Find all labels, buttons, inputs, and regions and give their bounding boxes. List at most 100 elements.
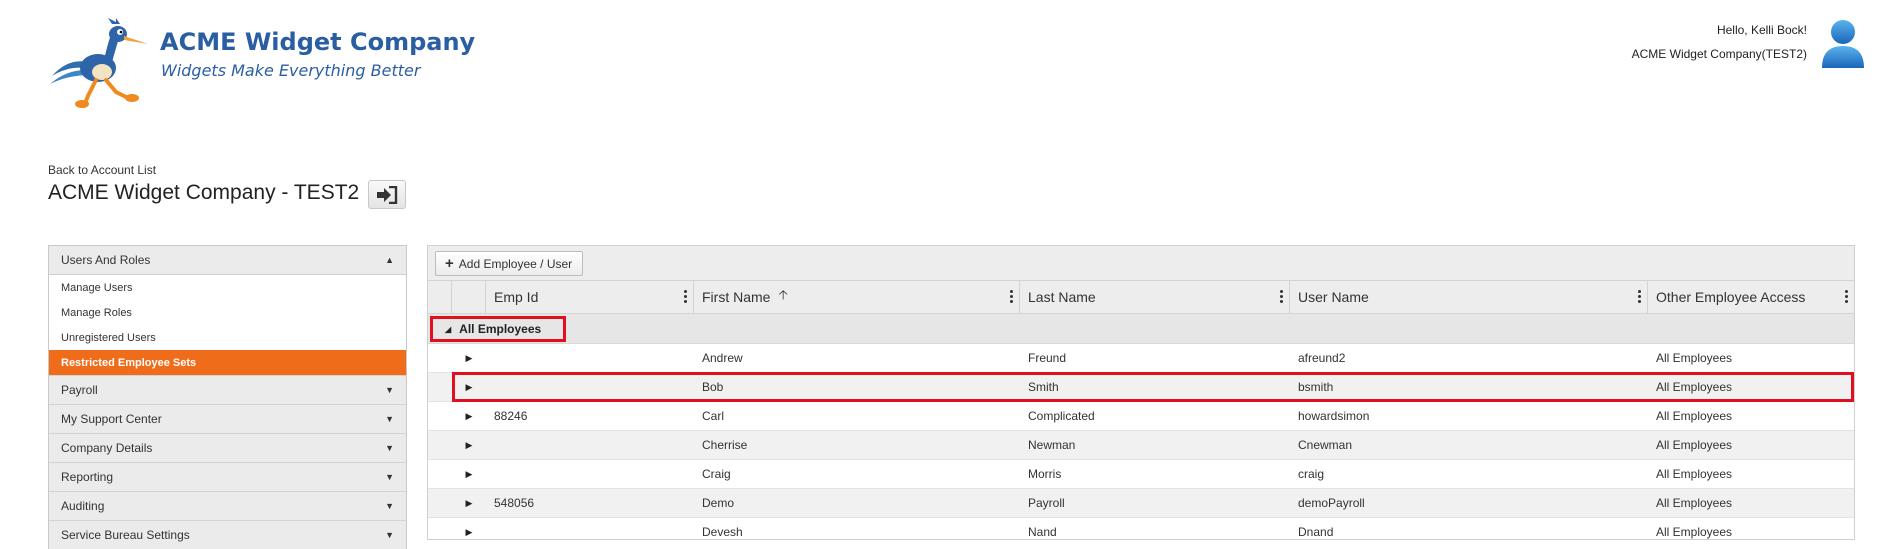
cell-last-name: Nand: [1028, 525, 1057, 539]
table-row[interactable]: ▶ Devesh Nand Dnand All Employees: [428, 518, 1854, 539]
table-row[interactable]: ▶ 88246 Carl Complicated howardsimon All Empl…: [428, 402, 1854, 431]
header-expander-column: [452, 281, 486, 313]
cell-emp-id: [486, 344, 694, 372]
account-title: ACME Widget Company - TEST2: [48, 181, 360, 204]
cell-last-name: Morris: [1028, 467, 1062, 481]
row-group-indent: [428, 518, 452, 539]
grid-toolbar: + Add Employee / User: [428, 246, 1854, 281]
sidebar-section-payroll[interactable]: Payroll ▼: [49, 375, 406, 404]
column-menu-icon[interactable]: [1638, 290, 1641, 303]
sidebar-section-label: Reporting: [61, 470, 114, 484]
cell-user-name: Dnand: [1298, 525, 1334, 539]
cell-emp-id: 88246: [494, 409, 528, 423]
row-expand-icon[interactable]: ▶: [452, 460, 486, 488]
chevron-down-icon: ▼: [385, 472, 394, 482]
table-row[interactable]: ▶ Craig Morris craig All Employees: [428, 460, 1854, 489]
collapse-triangle-icon: ◢: [445, 324, 452, 334]
row-group-indent: [428, 373, 452, 401]
row-group-indent: [428, 402, 452, 430]
cell-emp-id: [486, 460, 694, 488]
back-to-account-list-link[interactable]: Back to Account List: [48, 163, 156, 177]
cell-last-name: Freund: [1028, 351, 1067, 365]
sidebar-section-label: Auditing: [61, 499, 105, 513]
sidebar-nav: Users And Roles ▲ Manage Users Manage Ro…: [48, 245, 407, 549]
table-row[interactable]: ▶ 548056 Demo Payroll demoPayroll All Employe…: [428, 489, 1854, 518]
column-header-label: Last Name: [1028, 289, 1096, 305]
cell-emp-id: [486, 373, 694, 401]
chevron-down-icon: ▼: [385, 530, 394, 540]
sidebar-item-manage-roles[interactable]: Manage Roles: [49, 300, 406, 325]
cell-first-name: Demo: [702, 496, 735, 510]
column-header-label: First Name: [702, 289, 771, 305]
row-group-indent: [428, 489, 452, 517]
table-row[interactable]: ▶ Andrew Freund afreund2 All Employees: [428, 344, 1854, 373]
row-expand-icon[interactable]: ▶: [452, 373, 486, 401]
cell-other-employee-access: All Employees: [1656, 496, 1733, 510]
row-expand-icon[interactable]: ▶: [452, 489, 486, 517]
row-expand-icon[interactable]: ▶: [452, 402, 486, 430]
column-header-first-name[interactable]: First Name 🡡: [694, 281, 1020, 313]
table-row[interactable]: ▶ Bob Smith bsmith All Employees: [428, 372, 1854, 402]
cell-emp-id: [486, 518, 694, 539]
group-toggle-all-employees[interactable]: ◢ All Employees: [430, 316, 566, 342]
add-employee-user-button[interactable]: + Add Employee / User: [435, 251, 584, 276]
sign-in-icon: [377, 185, 398, 204]
sidebar-section-users-and-roles[interactable]: Users And Roles ▲: [49, 246, 406, 275]
cell-other-employee-access: All Employees: [1656, 380, 1733, 394]
row-expand-icon[interactable]: ▶: [452, 431, 486, 459]
group-row-all-employees: ◢ All Employees: [428, 314, 1854, 344]
grid-body: ▶ Andrew Freund afreund2 All Employees ▶ Bob Sm…: [428, 344, 1854, 539]
column-header-user-name[interactable]: User Name: [1290, 281, 1648, 313]
sidebar-section-auditing[interactable]: Auditing ▼: [49, 491, 406, 520]
cell-user-name: Cnewman: [1298, 438, 1353, 452]
chevron-down-icon: ▼: [385, 443, 394, 453]
cell-first-name: Craig: [702, 467, 731, 481]
column-menu-icon[interactable]: [1280, 290, 1283, 303]
chevron-down-icon: ▼: [385, 414, 394, 424]
cell-user-name: demoPayroll: [1298, 496, 1365, 510]
column-menu-icon[interactable]: [684, 290, 687, 303]
sidebar-section-reporting[interactable]: Reporting ▼: [49, 462, 406, 491]
sidebar-item-restricted-employee-sets[interactable]: Restricted Employee Sets: [49, 350, 406, 375]
column-header-last-name[interactable]: Last Name: [1020, 281, 1290, 313]
sidebar-section-label: Company Details: [61, 441, 153, 455]
cell-emp-id: [486, 431, 694, 459]
cell-last-name: Newman: [1028, 438, 1076, 452]
cell-other-employee-access: All Employees: [1656, 525, 1733, 539]
row-group-indent: [428, 344, 452, 372]
employee-grid: + Add Employee / User Emp Id First Name …: [427, 245, 1855, 540]
plus-icon: +: [445, 255, 454, 272]
grid-header-row: Emp Id First Name 🡡 Last Name User Name …: [428, 281, 1854, 314]
column-header-label: Other Employee Access: [1656, 289, 1806, 305]
column-menu-icon[interactable]: [1845, 290, 1848, 303]
sidebar-item-manage-users[interactable]: Manage Users: [49, 275, 406, 300]
column-menu-icon[interactable]: [1010, 290, 1013, 303]
enter-account-button[interactable]: [368, 180, 406, 209]
cell-other-employee-access: All Employees: [1656, 409, 1733, 423]
user-company[interactable]: ACME Widget Company(TEST2): [1632, 47, 1807, 61]
table-row[interactable]: ▶ Cherrise Newman Cnewman All Employees: [428, 431, 1854, 460]
cell-first-name: Cherrise: [702, 438, 748, 452]
sidebar-section-label: Payroll: [61, 383, 98, 397]
column-header-emp-id[interactable]: Emp Id: [486, 281, 694, 313]
user-greeting: Hello, Kelli Bock!: [1716, 23, 1807, 37]
column-header-label: User Name: [1298, 289, 1369, 305]
brand-tagline: Widgets Make Everything Better: [161, 61, 421, 80]
sidebar-section-my-support-center[interactable]: My Support Center ▼: [49, 404, 406, 433]
cell-first-name: Carl: [702, 409, 725, 423]
sidebar-section-service-bureau-settings[interactable]: Service Bureau Settings ▼: [49, 520, 406, 549]
row-expand-icon[interactable]: ▶: [452, 518, 486, 539]
column-header-other-employee-access[interactable]: Other Employee Access: [1648, 281, 1854, 313]
cell-last-name: Payroll: [1028, 496, 1065, 510]
roadrunner-logo-icon: [46, 18, 158, 110]
row-expand-icon[interactable]: ▶: [452, 344, 486, 372]
sidebar-item-unregistered-users[interactable]: Unregistered Users: [49, 325, 406, 350]
user-avatar-icon[interactable]: [1820, 18, 1866, 70]
sidebar-section-label: Users And Roles: [61, 253, 151, 267]
cell-first-name: Bob: [702, 380, 724, 394]
sort-ascending-icon: 🡡: [778, 287, 788, 302]
cell-other-employee-access: All Employees: [1656, 467, 1733, 481]
sidebar-section-company-details[interactable]: Company Details ▼: [49, 433, 406, 462]
cell-user-name: howardsimon: [1298, 409, 1370, 423]
group-label: All Employees: [459, 322, 542, 336]
